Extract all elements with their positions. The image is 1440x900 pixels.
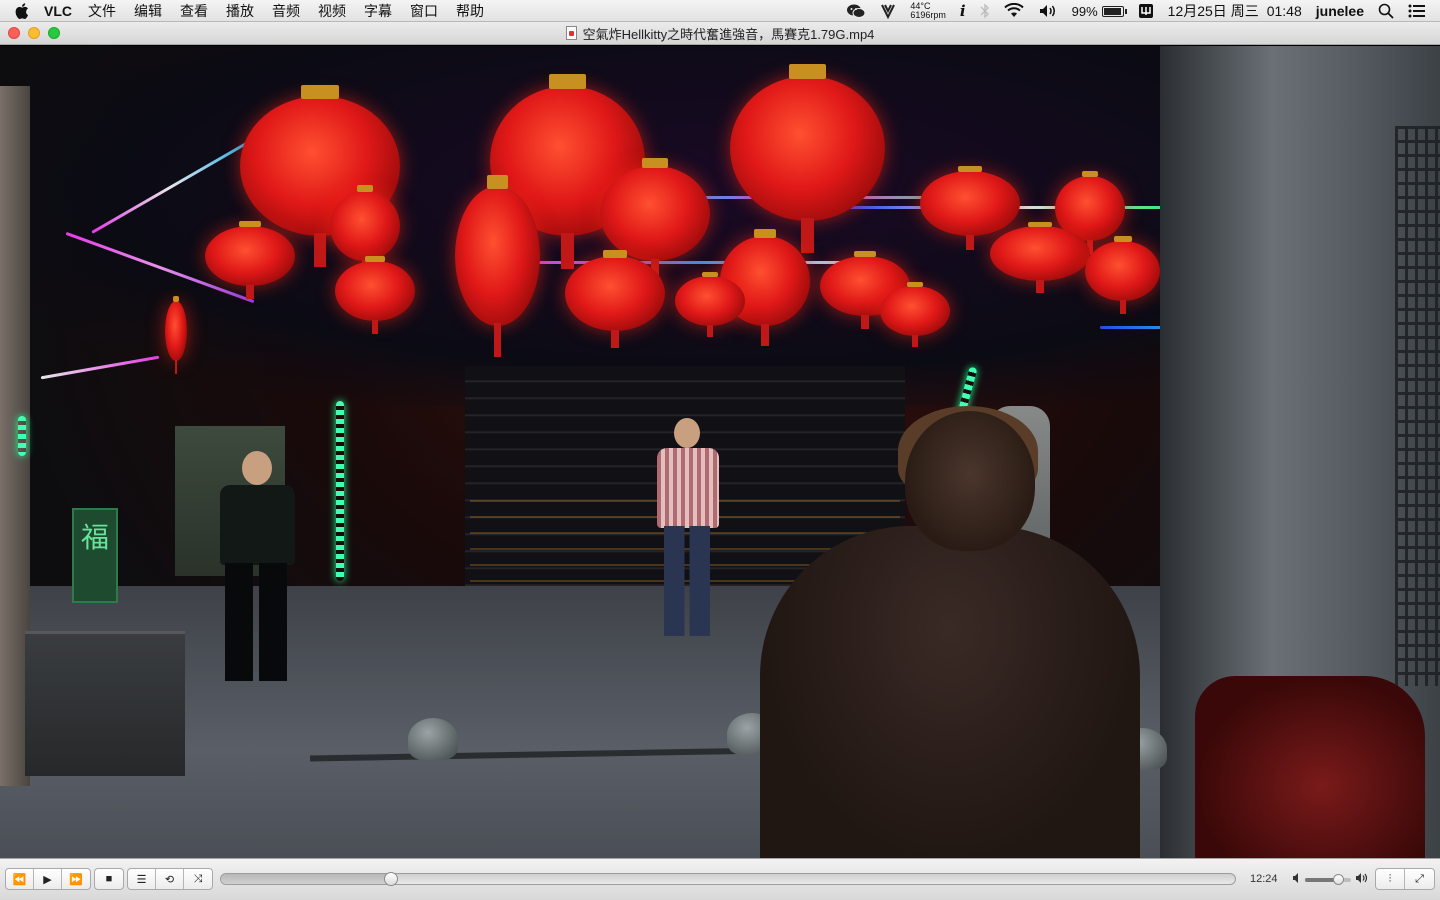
equalizer-icon: ⫶ <box>1388 872 1392 885</box>
menu-bar: VLC 文件 编辑 查看 播放 音频 视频 字幕 窗口 帮助 44°C 6196… <box>0 0 1440 22</box>
playlist-buttons: ☰ ⟲ ⤨ <box>127 868 213 890</box>
info-icon[interactable]: i <box>960 2 966 20</box>
temperature-monitor[interactable]: 44°C 6196rpm <box>910 2 946 20</box>
fast-forward-button[interactable]: ⏩ <box>62 869 90 889</box>
volume-icon[interactable] <box>1038 3 1058 19</box>
clock-time[interactable]: 01:48 <box>1267 3 1302 19</box>
seek-bar-handle[interactable] <box>384 872 399 886</box>
stop-button[interactable]: ■ <box>95 869 123 889</box>
equalizer-button[interactable]: ⫶ <box>1376 869 1405 889</box>
red-lantern <box>1085 236 1160 315</box>
red-lantern <box>335 256 415 335</box>
rewind-button[interactable]: ⏪ <box>6 869 34 889</box>
stop-icon: ■ <box>105 873 113 885</box>
menu-edit[interactable]: 编辑 <box>134 1 162 21</box>
green-light-column <box>336 401 344 581</box>
woman-foreground <box>760 526 1140 858</box>
red-scooter <box>1195 676 1425 858</box>
rewind-icon: ⏪ <box>12 873 27 886</box>
red-lantern <box>990 221 1090 294</box>
volume-max-icon[interactable] <box>1355 872 1369 887</box>
stone-bollard <box>408 718 458 760</box>
spotlight-search-icon[interactable] <box>1378 3 1394 19</box>
window-title-bar[interactable]: 空氣炸Hellkitty之時代奮進強音，馬賽克1.79G.mp4 <box>0 22 1440 45</box>
view-buttons: ⫶ ⤢ <box>1375 868 1435 890</box>
menu-video[interactable]: 视频 <box>318 1 346 21</box>
transport-buttons: ⏪ ▶ ⏩ <box>5 868 91 890</box>
metal-door-grille <box>1395 126 1440 686</box>
input-method-icon[interactable] <box>1138 3 1154 19</box>
shuffle-button[interactable]: ⤨ <box>184 869 212 889</box>
status-area: 44°C 6196rpm i 99% 12月25日 周三 01:48 junel… <box>846 0 1440 22</box>
menu-subtitles[interactable]: 字幕 <box>364 1 392 21</box>
menu-help[interactable]: 帮助 <box>456 1 484 21</box>
woman-face <box>905 411 1035 551</box>
fullscreen-icon: ⤢ <box>1415 872 1424 885</box>
sign-text: 福 <box>80 521 109 554</box>
video-file-icon <box>565 26 577 40</box>
volume-slider[interactable] <box>1305 874 1351 885</box>
red-lantern <box>600 158 710 282</box>
app-menu-vlc[interactable]: VLC <box>44 3 72 19</box>
minimize-window-button[interactable] <box>28 27 40 39</box>
loop-button[interactable]: ⟲ <box>156 869 184 889</box>
elapsed-time[interactable]: 12:24 <box>1250 873 1278 885</box>
volume-slider-handle[interactable] <box>1333 874 1345 885</box>
menu-view[interactable]: 查看 <box>180 1 208 21</box>
red-lantern <box>205 221 295 300</box>
man-in-striped-shirt <box>652 418 727 638</box>
playlist-button[interactable]: ☰ <box>128 869 156 889</box>
zoom-window-button[interactable] <box>48 27 60 39</box>
red-lantern <box>675 272 745 337</box>
menu-playback[interactable]: 播放 <box>226 1 254 21</box>
wifi-icon[interactable] <box>1003 3 1024 19</box>
fan-speed-value: 6196rpm <box>910 10 946 20</box>
bluetooth-icon[interactable] <box>980 3 990 19</box>
light-string <box>520 261 880 264</box>
fast-forward-icon: ⏩ <box>69 873 83 886</box>
man-in-dark-shirt <box>210 451 305 681</box>
battery-fill <box>1103 7 1122 15</box>
red-lantern <box>165 296 187 375</box>
playback-control-bar: ⏪ ▶ ⏩ ■ ☰ ⟲ ⤨ 12:24 ⫶ ⤢ <box>0 858 1440 900</box>
menu-window[interactable]: 窗口 <box>410 1 438 21</box>
red-lantern <box>880 282 950 347</box>
battery-percent: 99% <box>1071 3 1098 19</box>
green-light-column <box>18 416 26 456</box>
red-lantern <box>455 174 540 357</box>
red-lantern <box>920 165 1020 251</box>
user-menu[interactable]: junelee <box>1316 3 1364 19</box>
seek-bar-progress <box>221 874 392 884</box>
stone-planter <box>25 631 185 776</box>
seek-bar[interactable] <box>220 872 1236 886</box>
volume-mute-icon[interactable] <box>1292 872 1302 887</box>
menu-audio[interactable]: 音频 <box>272 1 300 21</box>
battery-icon <box>1101 5 1127 17</box>
menu-file[interactable]: 文件 <box>88 1 116 21</box>
loop-icon: ⟲ <box>164 873 175 886</box>
playlist-icon: ☰ <box>136 873 147 886</box>
red-lantern <box>730 64 885 253</box>
fullscreen-button[interactable]: ⤢ <box>1405 869 1434 889</box>
play-button[interactable]: ▶ <box>34 869 62 889</box>
video-frame[interactable]: 福 <box>0 46 1440 858</box>
wechat-icon[interactable] <box>846 3 866 19</box>
close-window-button[interactable] <box>8 27 20 39</box>
green-sign: 福 <box>72 508 118 603</box>
vivaldi-icon[interactable] <box>880 3 896 19</box>
notification-center-icon[interactable] <box>1408 4 1426 18</box>
battery-indicator[interactable]: 99% <box>1071 3 1127 19</box>
clock-date[interactable]: 12月25日 周三 <box>1168 1 1259 21</box>
window-title: 空氣炸Hellkitty之時代奮進強音，馬賽克1.79G.mp4 <box>582 26 875 42</box>
apple-icon[interactable] <box>0 2 44 19</box>
window-controls <box>8 27 60 39</box>
play-icon: ▶ <box>43 873 52 886</box>
shuffle-icon: ⤨ <box>193 872 203 885</box>
red-lantern <box>330 185 400 277</box>
stop-button-group: ■ <box>94 868 124 890</box>
red-lantern <box>565 250 665 348</box>
